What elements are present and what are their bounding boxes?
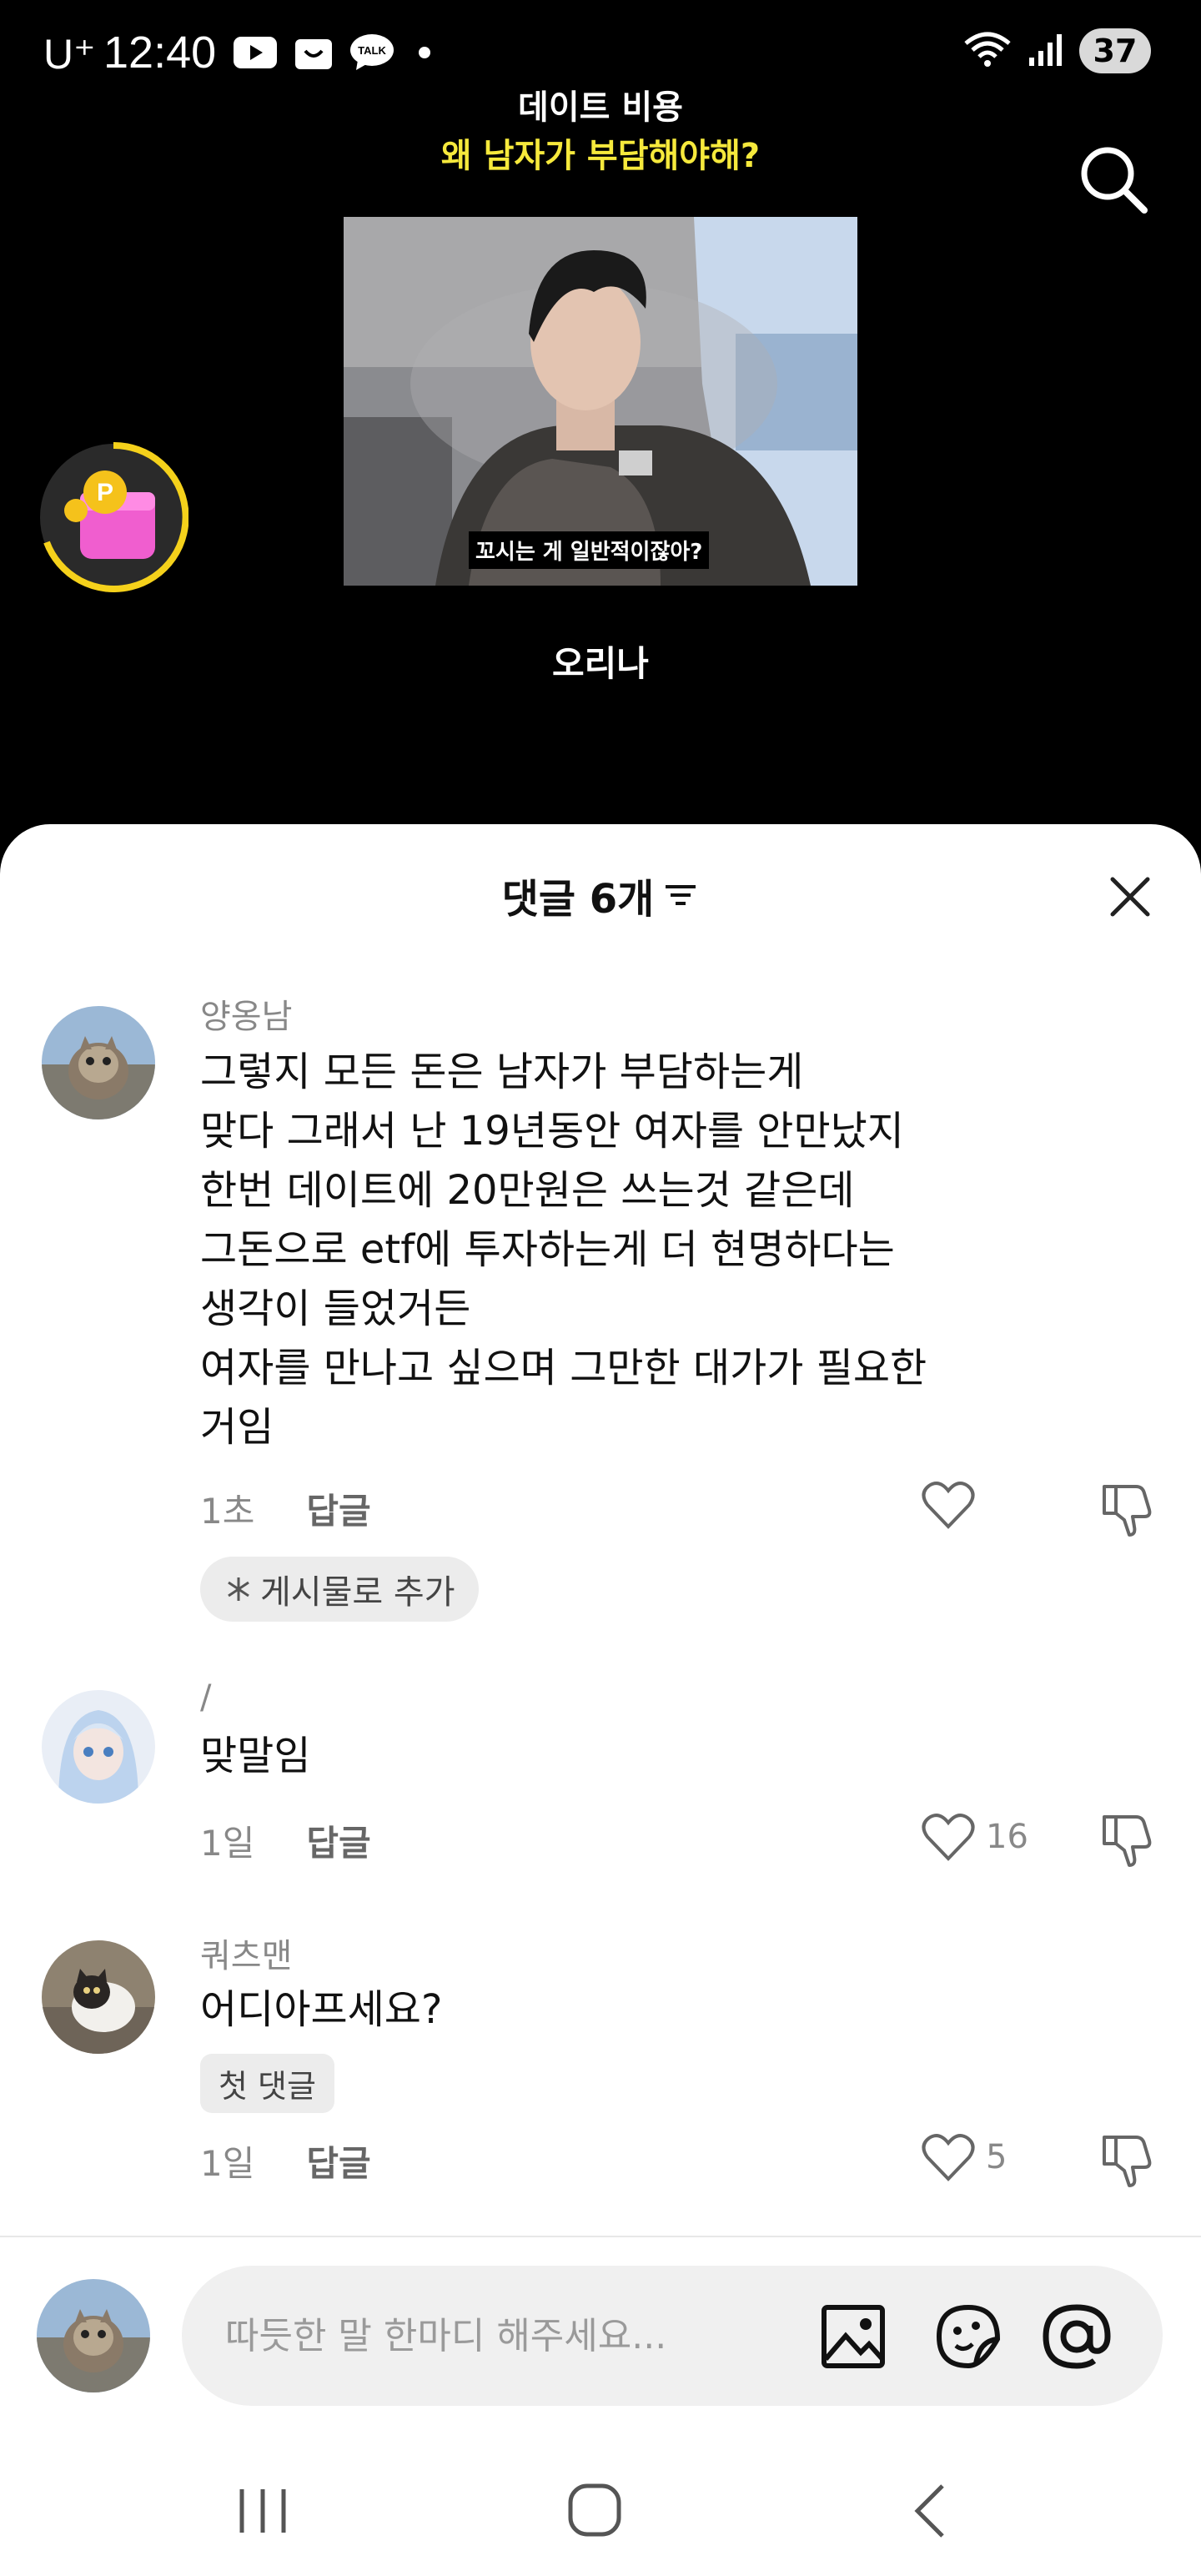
home-icon <box>568 2483 621 2537</box>
sheet-header: 댓글 6개 <box>0 866 1201 933</box>
system-navigation-bar <box>0 2444 1201 2576</box>
chip-label: 게시물로 추가 <box>260 1573 455 1612</box>
like-button[interactable]: 16 <box>921 1812 1028 1862</box>
thumbs-down-icon <box>1103 1485 1152 1537</box>
like-count: 5 <box>986 2138 1008 2176</box>
first-comment-badge: 첫 댓글 <box>200 2054 334 2113</box>
image-button[interactable] <box>817 2301 889 2372</box>
emoji-button[interactable] <box>932 2301 1004 2372</box>
comment-text: 그렇지 모든 돈은 남자가 부담하는게 맞다 그래서 난 19년동안 여자를 안… <box>200 1049 927 1451</box>
divider <box>0 2236 1201 2237</box>
avatar[interactable] <box>42 1006 155 1119</box>
comment-username[interactable]: 양옹남 <box>200 989 292 1038</box>
dislike-button[interactable] <box>1099 1480 1159 1540</box>
dislike-button[interactable] <box>1099 1810 1159 1870</box>
like-button[interactable] <box>921 1480 986 1530</box>
image-icon <box>822 2305 885 2368</box>
sort-icon <box>666 885 696 905</box>
recent-apps-button[interactable] <box>225 2478 300 2544</box>
reward-badge-button[interactable]: P <box>38 441 189 592</box>
comment-input[interactable] <box>225 2311 767 2361</box>
thumbs-down-icon <box>1103 2136 1152 2187</box>
svg-text:P: P <box>97 479 113 506</box>
thumbs-down-icon <box>1103 1815 1152 1867</box>
home-button[interactable] <box>557 2478 632 2544</box>
recent-apps-icon <box>239 2489 286 2533</box>
video-caption: 꼬시는 게 일반적이잖아? <box>469 531 710 569</box>
like-button[interactable]: 5 <box>921 2132 1007 2182</box>
comment-time: 1일 <box>200 1823 255 1864</box>
coin-basket-icon: P <box>40 441 189 592</box>
comment-time: 1일 <box>200 2143 255 2184</box>
comment-text: 어디아프세요? <box>200 1986 443 2033</box>
heart-icon <box>922 1814 975 1861</box>
at-mention-icon <box>1043 2304 1111 2369</box>
comment-username[interactable]: 쿼츠맨 <box>200 1929 292 1977</box>
comment-username[interactable]: / <box>200 1678 211 1717</box>
search-button[interactable] <box>1076 142 1151 217</box>
comment-text: 맞말임 <box>200 1733 311 1779</box>
heart-icon <box>922 1482 975 1529</box>
mention-button[interactable] <box>1041 2301 1113 2372</box>
heart-icon <box>922 2134 975 2181</box>
back-icon <box>914 2484 944 2538</box>
comments-title[interactable]: 댓글 6개 <box>502 866 700 924</box>
back-button[interactable] <box>894 2478 969 2544</box>
my-avatar <box>37 2279 150 2392</box>
like-count: 16 <box>986 1818 1028 1856</box>
reply-button[interactable]: 답글 <box>306 1815 370 1866</box>
comment-time: 1초 <box>200 1491 255 1532</box>
video-thumbnail[interactable]: 꼬시는 게 일반적이잖아? <box>344 217 857 586</box>
dislike-button[interactable] <box>1099 2131 1159 2191</box>
avatar[interactable] <box>42 1940 155 2054</box>
reply-button[interactable]: 답글 <box>306 1483 370 1534</box>
close-icon <box>1110 877 1150 917</box>
comment-input-bar <box>0 2252 1201 2419</box>
comments-count-label: 댓글 6개 <box>501 876 655 923</box>
close-button[interactable] <box>1101 868 1159 926</box>
add-to-post-chip[interactable]: 게시물로 추가 <box>200 1557 479 1622</box>
sparkle-icon <box>228 1577 249 1601</box>
avatar[interactable] <box>42 1690 155 1804</box>
search-icon <box>1081 147 1148 214</box>
video-title-line2: 왜 남자가 부담해야해? <box>440 137 761 175</box>
emoji-sticker-icon <box>936 2304 1001 2369</box>
video-area[interactable]: 데이트 비용 왜 남자가 부담해야해? 꼬시는 게 일반적이잖아? P 오리나 <box>0 0 1201 834</box>
reply-button[interactable]: 답글 <box>306 2136 370 2186</box>
video-title-line1: 데이트 비용 <box>518 88 683 127</box>
comment-input-container <box>182 2266 1163 2406</box>
video-author[interactable]: 오리나 <box>0 636 1201 687</box>
